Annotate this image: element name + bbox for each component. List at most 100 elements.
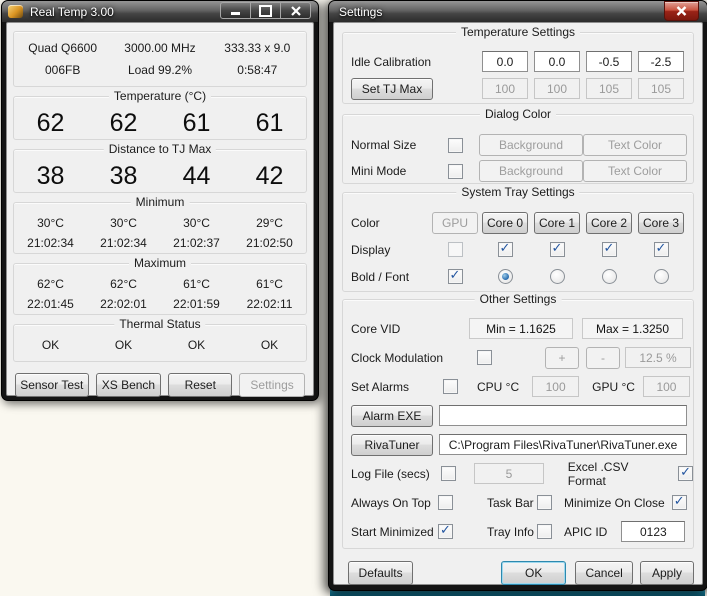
realtemp-button-row: Sensor Test XS Bench Reset Settings bbox=[13, 373, 307, 397]
core3-max-temp: 61°C bbox=[233, 274, 306, 294]
minimum-panel-title: Minimum bbox=[131, 195, 190, 209]
normal-size-checkbox[interactable] bbox=[448, 138, 463, 153]
mini-mode-label: Mini Mode bbox=[351, 164, 431, 178]
set-tj-max-button[interactable]: Set TJ Max bbox=[351, 78, 433, 100]
core3-min-temp: 29°C bbox=[233, 213, 306, 233]
core1-max-time: 22:02:01 bbox=[87, 294, 160, 314]
minimize-on-close-label: Minimize On Close bbox=[564, 496, 665, 510]
bold-font-checkbox[interactable] bbox=[448, 269, 463, 284]
distance-tjmax-panel: Distance to TJ Max 38 38 44 42 bbox=[13, 149, 307, 193]
core2-max-time: 22:01:59 bbox=[160, 294, 233, 314]
core2-temp: 61 bbox=[160, 109, 233, 138]
log-file-checkbox[interactable] bbox=[441, 466, 456, 481]
idle-calibration-core1-field[interactable]: 0.0 bbox=[534, 51, 580, 72]
rivatuner-path-field[interactable]: C:\Program Files\RivaTuner\RivaTuner.exe bbox=[439, 434, 687, 455]
window-controls bbox=[221, 2, 311, 19]
minimize-icon bbox=[231, 12, 240, 15]
cpu-alarm-field: 100 bbox=[532, 376, 579, 397]
always-on-top-label: Always On Top bbox=[351, 496, 438, 510]
always-on-top-checkbox[interactable] bbox=[438, 495, 453, 510]
ok-button[interactable]: OK bbox=[501, 561, 566, 585]
log-secs-field: 5 bbox=[474, 463, 544, 484]
apply-button[interactable]: Apply bbox=[640, 561, 694, 585]
dialog-color-title: Dialog Color bbox=[480, 107, 556, 121]
tray-display-label: Display bbox=[351, 243, 431, 257]
display-core0-checkbox[interactable] bbox=[498, 242, 513, 257]
core1-color-button[interactable]: Core 1 bbox=[534, 212, 580, 234]
idle-calibration-core3-field[interactable]: -2.5 bbox=[638, 51, 684, 72]
normal-text-color-button: Text Color bbox=[583, 134, 687, 156]
core1-temp: 62 bbox=[87, 109, 160, 138]
display-gpu-checkbox bbox=[448, 242, 463, 257]
clock-modulation-checkbox[interactable] bbox=[477, 350, 492, 365]
excel-csv-checkbox[interactable] bbox=[678, 466, 693, 481]
core2-color-button[interactable]: Core 2 bbox=[586, 212, 632, 234]
uptime: 0:58:47 bbox=[209, 63, 306, 77]
dialog-color-group: Dialog Color Normal Size Background Text… bbox=[342, 114, 694, 184]
alarm-exe-path-field[interactable] bbox=[439, 405, 687, 426]
mini-mode-checkbox[interactable] bbox=[448, 164, 463, 179]
tj-max-core3-field: 105 bbox=[638, 78, 684, 99]
core3-color-button[interactable]: Core 3 bbox=[638, 212, 684, 234]
close-icon bbox=[676, 6, 687, 16]
tray-info-checkbox[interactable] bbox=[537, 524, 552, 539]
cpu-alarm-label: CPU °C bbox=[477, 380, 519, 394]
idle-calibration-label: Idle Calibration bbox=[351, 55, 479, 69]
settings-button: Settings bbox=[239, 373, 305, 397]
idle-calibration-core2-field[interactable]: -0.5 bbox=[586, 51, 632, 72]
core1-distance: 38 bbox=[87, 162, 160, 191]
thermal-status-panel: Thermal Status OK OK OK OK bbox=[13, 324, 307, 362]
mini-text-color-button: Text Color bbox=[583, 160, 687, 182]
font-core3-radio[interactable] bbox=[654, 269, 669, 284]
apic-id-field[interactable]: 0123 bbox=[621, 521, 685, 542]
alarm-exe-button[interactable]: Alarm EXE bbox=[351, 405, 433, 427]
temperature-settings-group: Temperature Settings Idle Calibration 0.… bbox=[342, 32, 694, 104]
sensor-test-button[interactable]: Sensor Test bbox=[15, 373, 89, 397]
tj-max-core2-field: 105 bbox=[586, 78, 632, 99]
font-core1-radio[interactable] bbox=[550, 269, 565, 284]
font-core2-radio[interactable] bbox=[602, 269, 617, 284]
display-core2-checkbox[interactable] bbox=[602, 242, 617, 257]
rivatuner-button[interactable]: RivaTuner bbox=[351, 434, 433, 456]
clock-percent-field: 12.5 % bbox=[625, 347, 691, 368]
core0-color-button[interactable]: Core 0 bbox=[482, 212, 528, 234]
tray-info-label: Tray Info bbox=[487, 525, 537, 539]
clock-plus-button: + bbox=[545, 347, 579, 369]
core1-max-temp: 62°C bbox=[87, 274, 160, 294]
core-vid-max-readout: Max = 1.3250 bbox=[582, 318, 683, 339]
cpu-multiplier: 333.33 x 9.0 bbox=[209, 41, 306, 55]
xs-bench-button[interactable]: XS Bench bbox=[96, 373, 162, 397]
settings-close-button[interactable] bbox=[664, 1, 699, 21]
core2-min-time: 21:02:37 bbox=[160, 233, 233, 253]
core3-thermal-status: OK bbox=[233, 338, 306, 352]
maximize-button[interactable] bbox=[250, 2, 281, 19]
excel-csv-label: Excel .CSV Format bbox=[568, 460, 669, 488]
cpu-id: 006FB bbox=[14, 63, 111, 77]
display-core1-checkbox[interactable] bbox=[550, 242, 565, 257]
realtemp-app-icon bbox=[8, 5, 23, 18]
idle-calibration-core0-field[interactable]: 0.0 bbox=[482, 51, 528, 72]
core-vid-min-readout: Min = 1.1625 bbox=[469, 318, 573, 339]
settings-window-title: Settings bbox=[339, 5, 382, 19]
clock-minus-button: - bbox=[586, 347, 620, 369]
normal-size-label: Normal Size bbox=[351, 138, 431, 152]
display-core3-checkbox[interactable] bbox=[654, 242, 669, 257]
settings-footer: Defaults OK Cancel Apply bbox=[342, 561, 694, 585]
task-bar-checkbox[interactable] bbox=[537, 495, 552, 510]
cpu-model: Quad Q6600 bbox=[14, 41, 111, 55]
core2-max-temp: 61°C bbox=[160, 274, 233, 294]
set-alarms-label: Set Alarms bbox=[351, 380, 443, 394]
cpu-info-panel: Quad Q6600 3000.00 MHz 333.33 x 9.0 006F… bbox=[13, 31, 307, 87]
bold-font-label: Bold / Font bbox=[351, 270, 431, 284]
set-alarms-checkbox[interactable] bbox=[443, 379, 458, 394]
defaults-button[interactable]: Defaults bbox=[348, 561, 413, 585]
minimize-button[interactable] bbox=[220, 2, 251, 19]
reset-button[interactable]: Reset bbox=[168, 373, 232, 397]
core0-max-temp: 62°C bbox=[14, 274, 87, 294]
other-settings-group: Other Settings Core VID Min = 1.1625 Max… bbox=[342, 299, 694, 549]
font-core0-radio[interactable] bbox=[498, 269, 513, 284]
close-button[interactable] bbox=[280, 2, 311, 19]
start-minimized-checkbox[interactable] bbox=[438, 524, 453, 539]
cancel-button[interactable]: Cancel bbox=[575, 561, 633, 585]
minimize-on-close-checkbox[interactable] bbox=[672, 495, 687, 510]
